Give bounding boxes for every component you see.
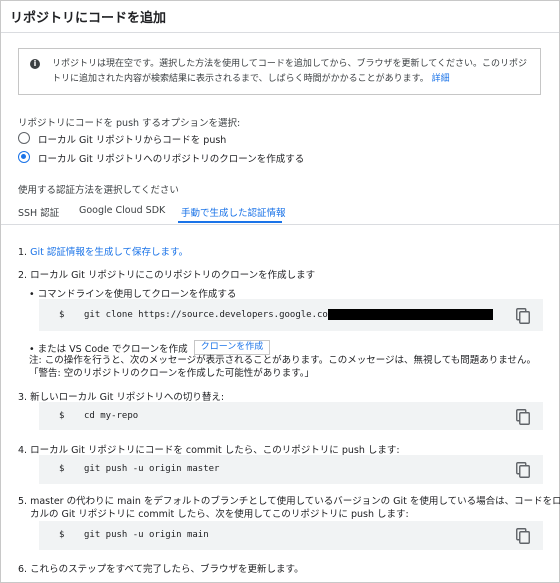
- step-2-vscode-item: • または VS Code でクローンを作成: [29, 341, 188, 355]
- push-main-command-block: $ git push -u origin main: [39, 521, 543, 550]
- step-6: 6. これらのステップをすべて完了したら、ブラウザを更新します。: [18, 564, 304, 575]
- prompt-symbol: $: [59, 411, 65, 421]
- auth-tabs: SSH 認証 Google Cloud SDK 手動で生成した認証情報: [1, 199, 559, 225]
- step-4: 4. ローカル Git リポジトリにコードを commit したら、このリポジト…: [18, 445, 400, 456]
- copy-icon[interactable]: [516, 462, 530, 478]
- step-2-cli-item: • コマンドラインを使用してクローンを作成する: [29, 286, 236, 300]
- bullet: •: [29, 289, 35, 300]
- learn-more-link[interactable]: 詳細: [432, 74, 450, 84]
- step-1-number: 1.: [18, 247, 31, 258]
- tab-ssh[interactable]: SSH 認証: [18, 205, 59, 219]
- active-tab-indicator: [178, 221, 282, 223]
- page-title: リポジトリにコードを追加: [10, 11, 167, 26]
- vscode-clone-button[interactable]: クローンを作成: [194, 340, 270, 355]
- auth-method-label: 使用する認証方法を選択してください: [18, 185, 179, 196]
- prompt-symbol: $: [59, 530, 65, 540]
- clone-command[interactable]: git clone https://source.developers.goog…: [84, 310, 350, 320]
- notice-body: リポジトリは現在空です。選択した方法を使用してコードを追加してから、ブラウザを更…: [52, 59, 528, 84]
- step-2-note: 注: この操作を行うと、次のメッセージが表示されることがあります。このメッセージ…: [29, 354, 536, 380]
- prompt-symbol: $: [59, 310, 65, 320]
- copy-icon[interactable]: [516, 308, 530, 324]
- cd-command[interactable]: cd my-repo: [84, 411, 138, 421]
- clone-command-block: $ git clone https://source.developers.go…: [39, 299, 543, 331]
- prompt-symbol: $: [59, 464, 65, 474]
- step-3: 3. 新しいローカル Git リポジトリへの切り替え:: [18, 392, 225, 403]
- step-1: 1. Git 認証情報を生成して保存します。: [18, 244, 188, 258]
- radio-clone-to-local[interactable]: [18, 151, 30, 163]
- step-2-note-line-1: 注: この操作を行うと、次のメッセージが表示されることがあります。このメッセージ…: [29, 355, 536, 366]
- info-notice: i リポジトリは現在空です。選択した方法を使用してコードを追加してから、ブラウザ…: [18, 48, 541, 95]
- step-2: 2. ローカル Git リポジトリにこのリポジトリのクローンを作成します: [18, 270, 316, 281]
- copy-icon[interactable]: [516, 409, 530, 425]
- step-5: 5. master の代わりに main をデフォルトのブランチとして使用してい…: [18, 495, 560, 521]
- radio-push-from-local[interactable]: [18, 132, 30, 144]
- info-icon: i: [30, 59, 40, 69]
- push-options-label: リポジトリにコードを push するオプションを選択:: [18, 118, 241, 129]
- notice-text: リポジトリは現在空です。選択した方法を使用してコードを追加してから、ブラウザを更…: [52, 57, 532, 87]
- tab-manual-credentials[interactable]: 手動で生成した認証情報: [181, 205, 286, 219]
- tab-cloud-sdk[interactable]: Google Cloud SDK: [79, 205, 165, 216]
- push-master-command[interactable]: git push -u origin master: [84, 464, 219, 474]
- radio-clone-to-local-label[interactable]: ローカル Git リポジトリへのリポジトリのクローンを作成する: [38, 151, 304, 165]
- step-2-note-line-2: 「警告: 空のリポジトリのクローンを作成した可能性があります。」: [29, 368, 315, 379]
- radio-push-from-local-label[interactable]: ローカル Git リポジトリからコードを push: [38, 132, 226, 146]
- title-bar: リポジトリにコードを追加: [1, 1, 559, 33]
- add-code-panel: リポジトリにコードを追加 i リポジトリは現在空です。選択した方法を使用してコー…: [0, 0, 560, 583]
- push-master-command-block: $ git push -u origin master: [39, 455, 543, 484]
- step-5-line-2: カルの Git リポジトリに commit したら、次を使用してこのリポジトリに…: [30, 509, 409, 520]
- redacted-project-id: [328, 309, 493, 320]
- step-5-line-1: 5. master の代わりに main をデフォルトのブランチとして使用してい…: [18, 496, 560, 507]
- push-main-command[interactable]: git push -u origin main: [84, 530, 209, 540]
- generate-credentials-link[interactable]: Git 認証情報を生成して保存します。: [30, 247, 188, 258]
- copy-icon[interactable]: [516, 528, 530, 544]
- cd-command-block: $ cd my-repo: [39, 402, 543, 430]
